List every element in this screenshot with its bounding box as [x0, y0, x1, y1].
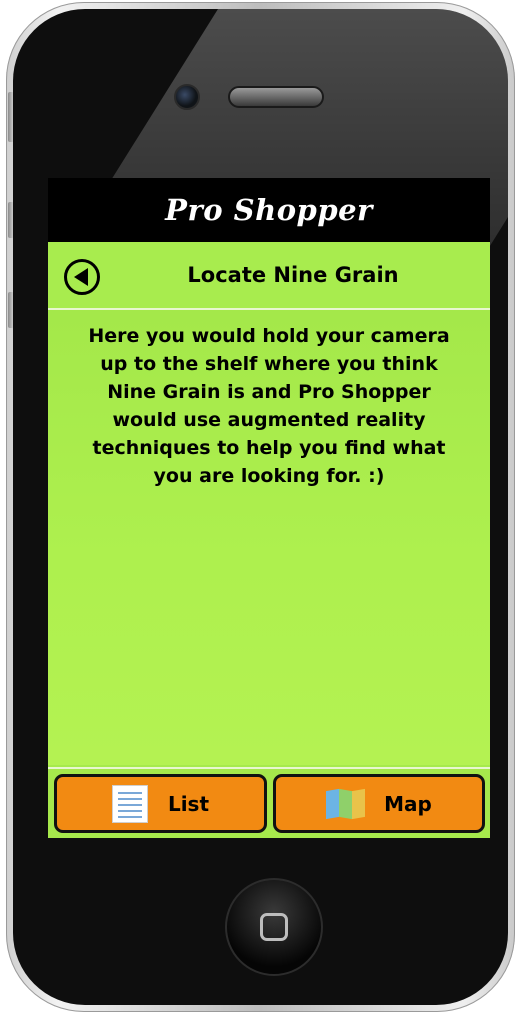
list-icon: [111, 784, 148, 823]
stage: Pro Shopper Locate Nine Grain Here you w…: [0, 0, 521, 1015]
back-button[interactable]: [64, 259, 100, 295]
nav-bar: Locate Nine Grain: [48, 242, 490, 310]
map-button-label: Map: [384, 791, 432, 816]
list-button-label: List: [167, 791, 210, 816]
home-square-icon: [260, 913, 288, 941]
back-arrow-icon: [73, 268, 88, 286]
content-area: Here you would hold your camera up to th…: [48, 310, 490, 765]
earpiece-speaker: [228, 86, 324, 108]
app-header: Pro Shopper: [48, 178, 490, 242]
list-button[interactable]: List: [54, 774, 267, 833]
instruction-message: Here you would hold your camera up to th…: [88, 325, 450, 487]
page-title: Locate Nine Grain: [187, 263, 399, 287]
home-button[interactable]: [225, 878, 323, 976]
front-camera: [174, 84, 200, 110]
app-title: Pro Shopper: [165, 193, 373, 227]
bottom-toolbar: List Map: [48, 767, 490, 838]
map-icon: [326, 788, 366, 819]
phone-screen: Pro Shopper Locate Nine Grain Here you w…: [48, 178, 490, 838]
map-button[interactable]: Map: [273, 774, 485, 833]
